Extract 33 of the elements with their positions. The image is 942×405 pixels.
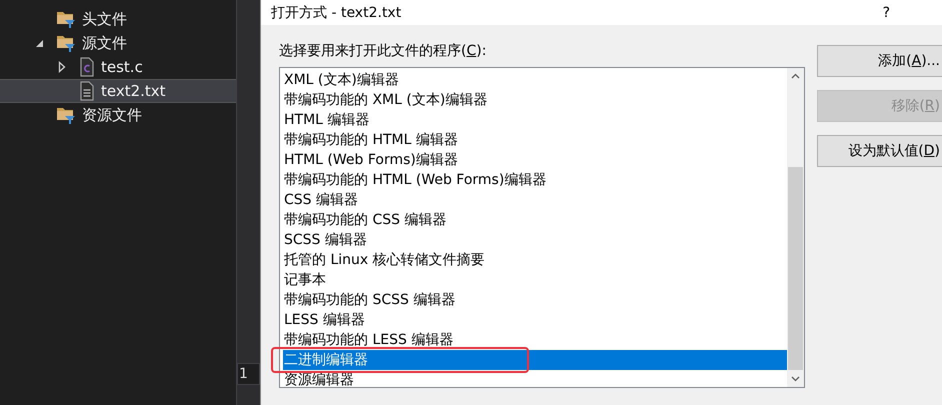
filter-folder-icon [56,105,76,125]
dialog-button[interactable]: 设为默认值(D) [817,135,942,167]
program-item[interactable]: 二进制编辑器 [283,350,787,370]
program-item[interactable]: 带编码功能的 HTML 编辑器 [283,130,787,150]
program-item[interactable]: HTML 编辑器 [283,110,787,130]
program-item[interactable]: 带编码功能的 HTML (Web Forms)编辑器 [283,170,787,190]
program-item[interactable]: 带编码功能的 LESS 编辑器 [283,330,787,350]
expand-arrow-icon[interactable] [56,61,68,73]
dialog-button[interactable]: 添加(A)... [817,45,942,77]
program-item[interactable]: 记事本 [283,270,787,290]
text-file-icon [79,81,95,101]
tree-item-label[interactable]: 源文件 [82,34,127,52]
program-item[interactable]: XML (文本)编辑器 [283,70,787,90]
c-file-icon [79,57,95,77]
tree-item-label[interactable]: 头文件 [82,10,127,28]
program-item[interactable]: CSS 编辑器 [283,190,787,210]
program-item[interactable]: LESS 编辑器 [283,310,787,330]
program-item[interactable]: HTML (Web Forms)编辑器 [283,150,787,170]
program-item[interactable]: 带编码功能的 SCSS 编辑器 [283,290,787,310]
program-item[interactable]: SCSS 编辑器 [283,230,787,250]
filter-folder-icon [56,33,76,53]
program-item[interactable]: 带编码功能的 XML (文本)编辑器 [283,90,787,110]
list-label: 选择要用来打开此文件的程序(C): [279,42,488,60]
tree-item-label[interactable]: test.c [101,58,143,76]
program-item[interactable]: 带编码功能的 CSS 编辑器 [283,210,787,230]
program-item[interactable]: 托管的 Linux 核心转储文件摘要 [283,250,787,270]
tree-item-label[interactable]: 资源文件 [82,106,142,124]
help-button[interactable]: ? [882,4,890,20]
dialog-title: 打开方式 - text2.txt [271,4,402,22]
filter-folder-icon [56,9,76,29]
program-item[interactable]: 资源编辑器 [283,370,787,390]
scrollbar-thumb[interactable] [788,167,803,370]
line-number: 1 [237,363,260,385]
